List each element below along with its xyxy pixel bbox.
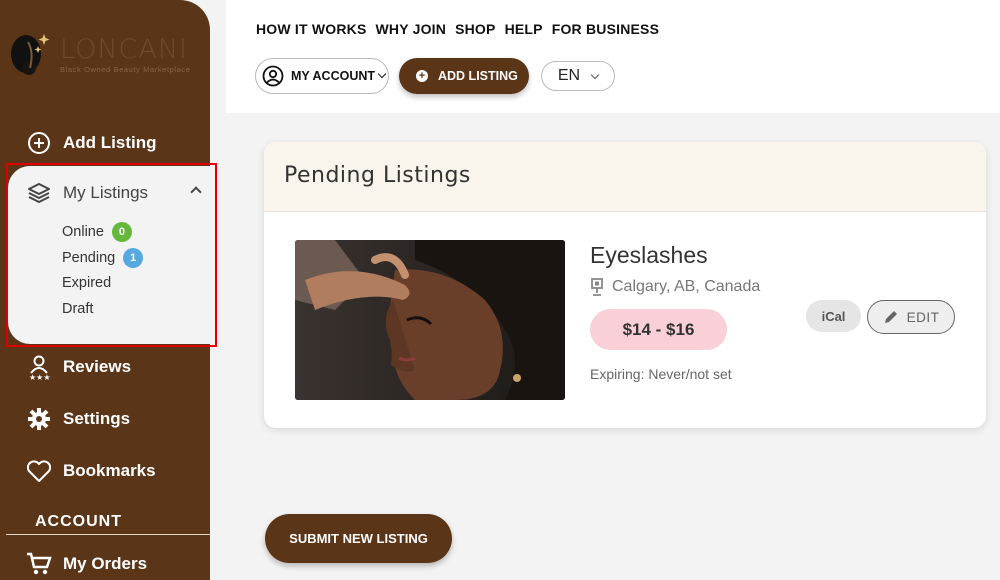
sidebar-item-label: Add Listing xyxy=(63,133,157,152)
top-nav: HOW IT WORKS WHY JOIN SHOP HELP FOR BUSI… xyxy=(256,21,659,37)
plus-circle-icon: + xyxy=(416,70,428,82)
nav-help[interactable]: HELP xyxy=(505,21,543,37)
header: HOW IT WORKS WHY JOIN SHOP HELP FOR BUSI… xyxy=(226,0,1000,113)
subitem-label: Expired xyxy=(62,275,112,291)
sidebar-item-label: Reviews xyxy=(63,357,132,376)
account-section-heading: ACCOUNT xyxy=(35,513,122,530)
sidebar-item-reviews[interactable]: ★★★ Reviews xyxy=(26,352,131,382)
add-listing-button[interactable]: + ADD LISTING xyxy=(399,58,529,94)
heart-icon xyxy=(26,458,52,484)
online-count-badge: 0 xyxy=(111,222,132,242)
panel-title: Pending Listings xyxy=(264,142,986,212)
logo-icon xyxy=(6,30,54,80)
user-circle-icon xyxy=(262,65,284,87)
expiry-text: Expiring: Never/not set xyxy=(590,366,732,382)
sidebar-item-add-listing[interactable]: Add Listing xyxy=(26,128,156,158)
location-pin-icon xyxy=(590,278,604,296)
chevron-down-icon xyxy=(377,69,387,79)
language-select[interactable]: EN xyxy=(541,61,615,91)
nav-for-business[interactable]: FOR BUSINESS xyxy=(552,21,659,37)
my-account-button[interactable]: MY ACCOUNT xyxy=(255,58,389,94)
submit-new-listing-button[interactable]: SUBMIT NEW LISTING xyxy=(265,514,452,563)
subitem-label: Draft xyxy=(62,301,94,317)
pending-listings-card: Pending Listings Eyeslashes Calgary, AB,… xyxy=(264,142,986,428)
sidebar-item-label: My Orders xyxy=(63,554,148,573)
my-account-label: MY ACCOUNT xyxy=(291,69,376,83)
chevron-down-icon xyxy=(590,70,600,79)
nav-why-join[interactable]: WHY JOIN xyxy=(376,21,447,37)
sidebar-item-bookmarks[interactable]: Bookmarks xyxy=(26,456,156,486)
chevron-up-icon[interactable] xyxy=(190,186,202,198)
location-text: Calgary, AB, Canada xyxy=(612,278,761,295)
sidebar-subitem-online[interactable]: Online 0 xyxy=(62,222,132,242)
edit-label: EDIT xyxy=(906,309,940,325)
brand-tagline: Black Owned Beauty Marketplace xyxy=(60,65,191,74)
price-badge: $14 - $16 xyxy=(590,309,727,350)
plus-circle-icon xyxy=(26,130,52,156)
user-stars-icon: ★★★ xyxy=(26,354,52,380)
sidebar-item-label: Bookmarks xyxy=(63,461,156,480)
subitem-label: Pending xyxy=(62,250,116,266)
layers-icon xyxy=(26,180,52,206)
listing-image[interactable] xyxy=(295,240,565,400)
edit-button[interactable]: EDIT xyxy=(867,300,955,334)
sidebar-subitem-expired[interactable]: Expired xyxy=(62,275,111,291)
sidebar-item-my-orders[interactable]: My Orders xyxy=(26,549,147,579)
sidebar-item-settings[interactable]: Settings xyxy=(26,404,130,434)
nav-shop[interactable]: SHOP xyxy=(455,21,495,37)
logo[interactable]: LONCANI Black Owned Beauty Marketplace xyxy=(6,30,191,80)
add-listing-label: ADD LISTING xyxy=(438,69,518,83)
cart-icon xyxy=(26,551,52,577)
sidebar-item-label: Settings xyxy=(63,409,131,428)
gear-icon xyxy=(26,406,52,432)
svg-text:★★★: ★★★ xyxy=(29,373,51,380)
pending-count-badge: 1 xyxy=(123,248,144,268)
sidebar-item-label: My Listings xyxy=(63,183,149,202)
brand-name: LONCANI xyxy=(60,34,189,65)
nav-how-it-works[interactable]: HOW IT WORKS xyxy=(256,21,367,37)
ical-button[interactable]: iCal xyxy=(806,300,861,332)
my-listings-panel: My Listings Online 0 Pending 1 Expired D… xyxy=(8,166,216,344)
language-value: EN xyxy=(557,67,581,84)
sidebar-item-my-listings[interactable]: My Listings xyxy=(26,180,148,206)
divider xyxy=(6,534,210,535)
listing-location: Calgary, AB, Canada xyxy=(590,278,760,296)
pencil-icon xyxy=(883,309,899,325)
sidebar-subitem-draft[interactable]: Draft xyxy=(62,301,93,317)
sidebar-subitem-pending[interactable]: Pending 1 xyxy=(62,248,144,268)
subitem-label: Online xyxy=(62,224,104,240)
listing-title[interactable]: Eyeslashes xyxy=(590,242,708,269)
